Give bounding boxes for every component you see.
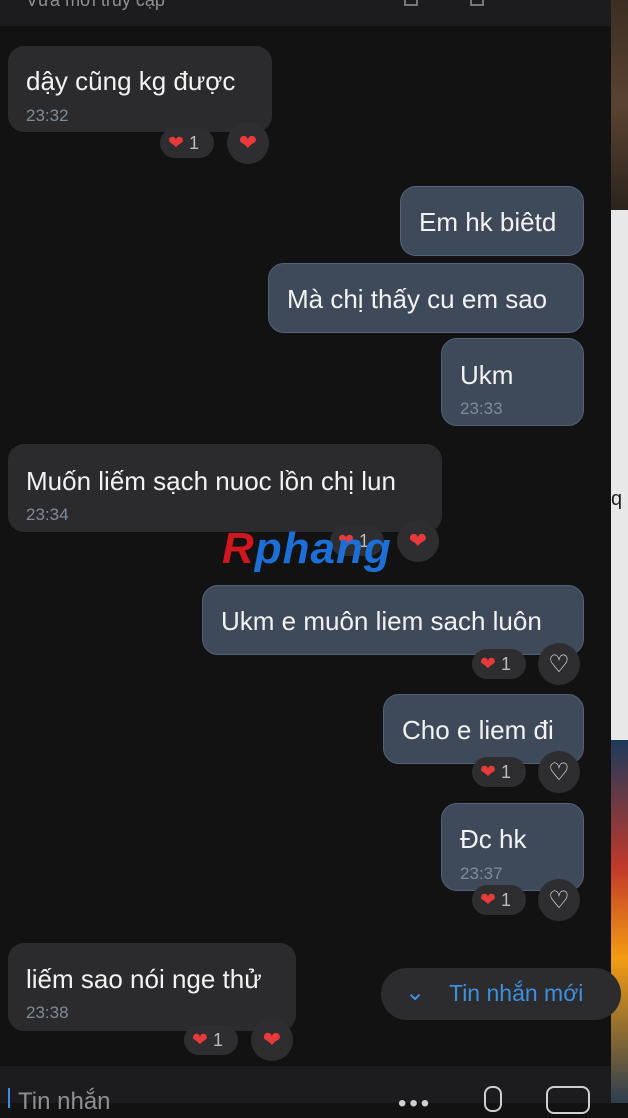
reaction-badge[interactable]: ❤ 1 [160, 128, 214, 158]
reaction-badge[interactable]: ❤ 1 [472, 757, 526, 787]
message-bubble[interactable]: Muốn liếm sạch nuoc lồn chị lun 23:34 [8, 444, 442, 532]
reaction-count: 1 [500, 654, 511, 674]
message-text: Em hk biêtd [419, 207, 557, 237]
image-icon[interactable] [546, 1086, 590, 1114]
message-time: 23:34 [26, 505, 69, 524]
status-text: Vừa mới truy cập [26, 0, 165, 10]
message-bubble[interactable]: liếm sao nói nge thử 23:38 [8, 943, 296, 1031]
message-text: Muốn liếm sạch nuoc lồn chị lun [26, 466, 396, 496]
message-bubble[interactable]: Đc hk 23:37 [441, 803, 584, 891]
reaction-badge[interactable]: ❤ 1 [472, 649, 526, 679]
reaction-count: 1 [500, 890, 511, 910]
reaction-badge[interactable]: ❤ 1 [472, 885, 526, 915]
background-strip: q [611, 0, 628, 1103]
heart-icon: ❤ [238, 130, 258, 155]
message-text: Cho e liem đi [402, 715, 554, 745]
react-button[interactable]: ❤ [397, 520, 439, 562]
background-page [611, 210, 628, 740]
message-text: Mà chị thấy cu em sao [287, 284, 548, 314]
message-time: 23:37 [460, 864, 503, 883]
message-time: 23:33 [460, 399, 503, 418]
message-text: Ukm e muôn liem sach luôn [221, 606, 542, 636]
video-icon[interactable] [470, 0, 484, 6]
message-bubble[interactable]: Ukm 23:33 [441, 338, 584, 426]
watermark-logo: Rphang [222, 524, 392, 573]
heart-icon: ❤ [480, 890, 496, 911]
react-button[interactable]: ❤ [227, 122, 269, 164]
message-time: 23:32 [26, 106, 69, 125]
message-text: Ukm [460, 360, 514, 390]
reaction-count: 1 [188, 133, 199, 153]
chat-header: Vừa mới truy cập [0, 0, 611, 26]
more-icon[interactable]: ••• [398, 1090, 432, 1118]
message-bubble[interactable]: Em hk biêtd [400, 186, 584, 256]
heart-icon: ❤ [408, 528, 428, 553]
heart-outline-icon: ♡ [548, 650, 570, 678]
heart-icon: ❤ [480, 762, 496, 783]
message-time: 23:38 [26, 1003, 69, 1022]
message-text: dậy cũng kg được [26, 66, 236, 96]
message-text: Đc hk [460, 824, 527, 854]
react-button[interactable]: ♡ [538, 879, 580, 921]
background-photo-bottom [611, 740, 628, 1103]
heart-icon: ❤ [168, 133, 184, 154]
reaction-badge[interactable]: ❤ 1 [184, 1025, 238, 1055]
double-chevron-down-icon: ⌄ [405, 979, 426, 1006]
heart-icon: ❤ [480, 654, 496, 675]
message-bubble[interactable]: Ukm e muôn liem sach luôn [202, 585, 584, 655]
call-icon[interactable] [404, 0, 418, 6]
heart-icon: ❤ [192, 1030, 208, 1051]
react-button[interactable]: ♡ [538, 643, 580, 685]
reaction-count: 1 [500, 762, 511, 782]
composer: Tin nhắn ••• [0, 1066, 611, 1117]
react-button[interactable]: ❤ [251, 1019, 293, 1061]
new-message-button[interactable]: ⌄ Tin nhắn mới [381, 968, 621, 1020]
react-button[interactable]: ♡ [538, 751, 580, 793]
background-text: q [611, 488, 623, 510]
message-input[interactable]: Tin nhắn [18, 1088, 111, 1116]
text-cursor [8, 1088, 10, 1108]
new-message-label: Tin nhắn mới [449, 980, 584, 1006]
message-bubble[interactable]: dậy cũng kg được 23:32 [8, 46, 272, 132]
heart-outline-icon: ♡ [548, 886, 570, 914]
reaction-count: 1 [212, 1030, 223, 1050]
background-photo-top [611, 0, 628, 210]
microphone-icon[interactable] [484, 1086, 502, 1112]
heart-outline-icon: ♡ [548, 758, 570, 786]
heart-icon: ❤ [262, 1027, 282, 1052]
message-text: liếm sao nói nge thử [26, 964, 262, 994]
message-bubble[interactable]: Mà chị thấy cu em sao [268, 263, 584, 333]
